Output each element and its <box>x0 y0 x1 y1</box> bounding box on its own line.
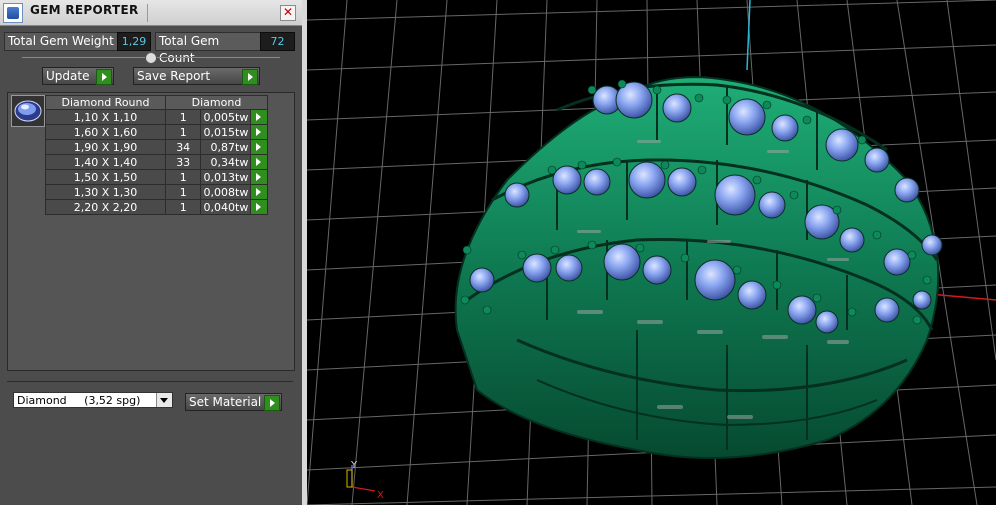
ring-model <box>454 76 943 459</box>
title-bar: GEM REPORTER ✕ <box>0 0 302 26</box>
gem-weight: 0,87tw <box>200 139 252 155</box>
splitter-handle[interactable] <box>145 52 157 64</box>
gem-weight: 0,005tw <box>200 109 252 125</box>
gem-weight: 0,013tw <box>200 169 252 185</box>
column-header-material: Diamond <box>165 95 268 110</box>
divider <box>7 381 293 382</box>
table-row[interactable]: 1,40 X 1,40 33 0,34tw <box>45 154 268 170</box>
gem-count: 1 <box>164 124 202 140</box>
play-arrow-icon <box>264 395 280 411</box>
gem-size: 1,30 X 1,30 <box>45 184 166 200</box>
gem-count: 1 <box>164 109 202 125</box>
axis-label-y: Y <box>350 460 358 471</box>
save-report-button-label: Save Report <box>137 69 211 83</box>
title-divider <box>147 4 148 22</box>
gem-reporter-panel: GEM REPORTER ✕ Total Gem Weight 1,29 Tot… <box>0 0 302 505</box>
gem-reporter-icon <box>3 3 23 23</box>
chevron-down-icon[interactable] <box>156 393 172 407</box>
window-title: GEM REPORTER <box>30 3 139 17</box>
gem-size: 1,40 X 1,40 <box>45 154 166 170</box>
row-go-button[interactable] <box>250 169 268 185</box>
gem-count: 1 <box>164 199 202 215</box>
gem-count: 34 <box>164 139 202 155</box>
save-report-button[interactable]: Save Report <box>133 67 260 85</box>
gem-weight: 0,015tw <box>200 124 252 140</box>
table-row[interactable]: 1,10 X 1,10 1 0,005tw <box>45 109 268 125</box>
gem-size: 1,90 X 1,90 <box>45 139 166 155</box>
total-gem-weight-value: 1,29 <box>117 32 151 51</box>
gem-count: 33 <box>164 154 202 170</box>
gem-weight: 0,34tw <box>200 154 252 170</box>
total-gem-count-value: 72 <box>260 32 295 51</box>
row-go-button[interactable] <box>250 199 268 215</box>
row-go-button[interactable] <box>250 184 268 200</box>
update-button-label: Update <box>46 69 90 83</box>
gem-weight: 0,040tw <box>200 199 252 215</box>
row-go-button[interactable] <box>250 109 268 125</box>
gem-size: 2,20 X 2,20 <box>45 199 166 215</box>
gem-size: 1,50 X 1,50 <box>45 169 166 185</box>
total-gem-count-label: Total Gem Count <box>155 32 262 65</box>
total-gem-weight-label: Total Gem Weight <box>4 32 119 51</box>
update-button[interactable]: Update <box>42 67 114 85</box>
gem-size: 1,10 X 1,10 <box>45 109 166 125</box>
gem-count: 1 <box>164 169 202 185</box>
close-button[interactable]: ✕ <box>280 5 296 21</box>
table-row[interactable]: 1,60 X 1,60 1 0,015tw <box>45 124 268 140</box>
gem-table: Diamond Round Diamond 1,10 X 1,10 1 0,00… <box>45 95 268 215</box>
table-row[interactable]: 1,30 X 1,30 1 0,008tw <box>45 184 268 200</box>
gem-weight: 0,008tw <box>200 184 252 200</box>
3d-viewport[interactable]: Y X <box>307 0 996 505</box>
material-select-value: Diamond (3,52 spg) <box>17 394 141 407</box>
play-arrow-icon <box>96 69 112 85</box>
row-go-button[interactable] <box>250 154 268 170</box>
table-row[interactable]: 1,90 X 1,90 34 0,87tw <box>45 139 268 155</box>
axis-label-x: X <box>377 490 384 501</box>
material-select[interactable]: Diamond (3,52 spg) <box>13 392 173 408</box>
set-material-button-label: Set Material <box>189 395 262 409</box>
column-header-shape: Diamond Round <box>45 95 166 110</box>
diamond-round-icon[interactable] <box>11 95 45 127</box>
table-row[interactable]: 1,50 X 1,50 1 0,013tw <box>45 169 268 185</box>
row-go-button[interactable] <box>250 139 268 155</box>
table-row[interactable]: 2,20 X 2,20 1 0,040tw <box>45 199 268 215</box>
play-arrow-icon <box>242 69 258 85</box>
row-go-button[interactable] <box>250 124 268 140</box>
gem-count: 1 <box>164 184 202 200</box>
viewport-canvas: Y X <box>307 0 996 505</box>
set-material-button[interactable]: Set Material <box>185 393 282 411</box>
gem-size: 1,60 X 1,60 <box>45 124 166 140</box>
